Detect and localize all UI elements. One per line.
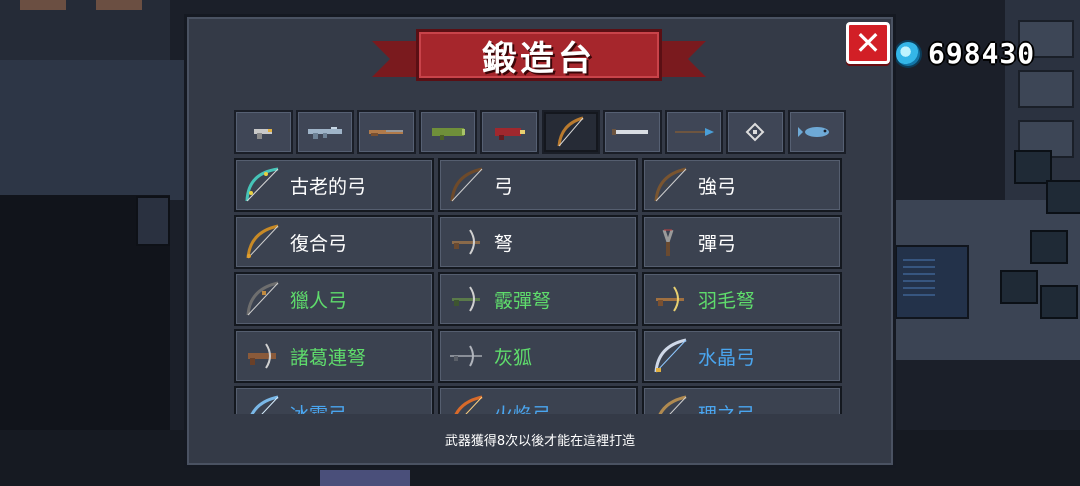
fish-icon	[797, 127, 829, 137]
crystal-bow-icon	[654, 338, 687, 373]
weapon-grid: 古老的弓 弓 強弓 復合弓 弩 彈弓 獵人弓 霰彈弩 羽毛弩 諸葛連弩 灰狐 水…	[234, 158, 846, 414]
background-wall-panel	[1018, 70, 1074, 108]
weapon-cell[interactable]: 弓	[438, 158, 638, 212]
background-portal	[320, 470, 410, 486]
slingshot-icon	[662, 229, 674, 256]
assault-rifle-icon	[307, 127, 342, 139]
ancient-bow-icon	[245, 167, 279, 202]
weapon-cell[interactable]: 獵人弓	[234, 272, 434, 326]
tab-rocket-launcher[interactable]	[418, 110, 477, 154]
frost-bow-icon	[250, 395, 279, 414]
sword-icon	[612, 129, 649, 135]
diamond-staff-icon	[745, 122, 765, 142]
weapon-name: 古老的弓	[290, 175, 367, 198]
weapon-cell[interactable]: 諸葛連弩	[234, 329, 434, 383]
weapon-cell[interactable]: 火焰弓	[438, 386, 638, 414]
weapon-cell[interactable]: 強弓	[642, 158, 842, 212]
weapon-name: 羽毛弩	[698, 289, 756, 312]
weapon-name: 復合弓	[290, 232, 348, 255]
weapon-name: 弩	[494, 232, 514, 255]
tab-misc[interactable]	[787, 110, 846, 154]
shotgun-crossbow-icon	[452, 286, 480, 312]
weapon-name: 弓	[494, 175, 514, 198]
background-crate	[1040, 285, 1078, 319]
background-crate	[1014, 150, 1052, 184]
weapon-cell[interactable]: 灰狐	[438, 329, 638, 383]
reason-bow-icon	[658, 395, 687, 414]
tab-pistol[interactable]	[234, 110, 293, 154]
background-crate	[1030, 230, 1068, 264]
repeating-crossbow-icon	[248, 343, 276, 369]
shotgun-icon	[369, 130, 404, 136]
laser-gun-icon	[495, 128, 526, 140]
pistol-icon	[254, 129, 273, 139]
gray-fox-crossbow-icon	[450, 345, 482, 367]
tab-bow[interactable]	[541, 110, 600, 154]
weapon-name: 諸葛連弩	[290, 346, 367, 369]
flame-bow-icon	[454, 395, 483, 414]
weapon-list[interactable]: 古老的弓 弓 強弓 復合弓 弩 彈弓 獵人弓 霰彈弩 羽毛弩 諸葛連弩 灰狐 水…	[234, 158, 846, 414]
weapon-category-tabs	[234, 110, 846, 154]
weapon-name: 霰彈弩	[494, 289, 552, 312]
weapon-cell[interactable]: 復合弓	[234, 215, 434, 269]
background-decoration	[96, 0, 142, 10]
weapon-cell[interactable]: 古老的弓	[234, 158, 434, 212]
rocket-launcher-icon	[431, 128, 465, 140]
strong-bow-icon	[654, 167, 687, 202]
weapon-name: 獵人弓	[290, 289, 348, 312]
weapon-name: 冰霜弓	[290, 400, 347, 415]
title-banner: 鍛造台	[372, 29, 662, 81]
bow-icon	[450, 167, 483, 202]
background-crate	[1046, 180, 1080, 214]
spear-icon	[674, 128, 714, 136]
bow-icon	[557, 116, 584, 147]
weapon-cell[interactable]: 弩	[438, 215, 638, 269]
weapon-name: 火焰弓	[494, 400, 551, 415]
weapon-name: 彈弓	[698, 232, 737, 255]
crossbow-icon	[452, 229, 480, 255]
background-pillar	[136, 196, 170, 246]
weapon-cell[interactable]: 冰霜弓	[234, 386, 434, 414]
weapon-cell[interactable]: 彈弓	[642, 215, 842, 269]
blue-gem-icon	[896, 41, 920, 66]
close-x-icon: ✕	[854, 24, 882, 62]
compound-bow-icon	[246, 224, 279, 259]
weapon-name: 理之弓	[698, 400, 755, 415]
weapon-cell[interactable]: 霰彈弩	[438, 272, 638, 326]
banner-plate: 鍛造台	[416, 29, 662, 81]
forge-hint: 武器獲得8次以後才能在這裡打造	[444, 434, 636, 449]
gem-count: 698430	[928, 37, 1036, 70]
tab-laser-gun[interactable]	[480, 110, 539, 154]
hunter-bow-icon	[246, 281, 279, 316]
weapon-cell[interactable]: 羽毛弩	[642, 272, 842, 326]
close-button[interactable]: ✕	[846, 22, 890, 64]
weapon-name: 灰狐	[494, 346, 533, 369]
tab-staff[interactable]	[726, 110, 785, 154]
tab-spear[interactable]	[664, 110, 723, 154]
background-crate	[1000, 270, 1038, 304]
weapon-name: 強弓	[698, 175, 737, 198]
feather-crossbow-icon	[656, 286, 684, 312]
gem-counter: 698430	[896, 37, 1035, 70]
tab-assault-rifle[interactable]	[295, 110, 354, 154]
weapon-name: 水晶弓	[698, 346, 756, 369]
dialog-title: 鍛造台	[482, 38, 596, 79]
background-workbench-screen	[903, 258, 935, 296]
weapon-cell[interactable]: 水晶弓	[642, 329, 842, 383]
tab-sword[interactable]	[603, 110, 662, 154]
weapon-cell[interactable]: 理之弓	[642, 386, 842, 414]
background-decoration	[20, 0, 66, 10]
tab-shotgun[interactable]	[357, 110, 416, 154]
